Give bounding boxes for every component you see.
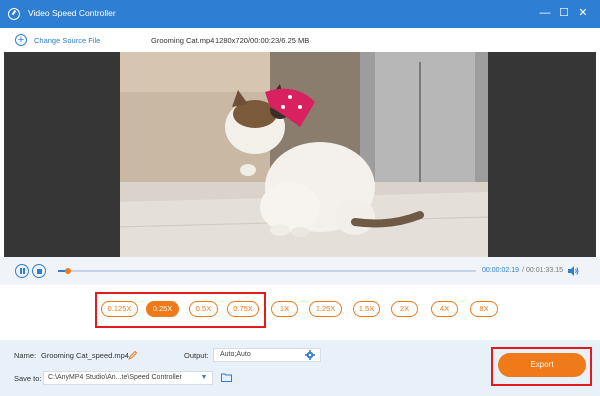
output-file-name: Grooming Cat_speed.mp4 (41, 351, 129, 360)
add-icon[interactable]: + (15, 34, 27, 46)
chevron-down-icon[interactable]: ▼ (195, 371, 213, 385)
speed-option[interactable]: 1X (271, 301, 298, 317)
video-frame (120, 52, 488, 257)
speed-options: 0.125X 0.25X 0.5X 0.75X 1X 1.25X 1.5X 2X… (0, 285, 600, 340)
save-to-label: Save to: (14, 374, 42, 383)
speed-option[interactable]: 1.5X (353, 301, 380, 317)
playback-bar: 00:00:02.19 / 00:01:33.15 (0, 257, 600, 285)
file-bar: + Change Source File Grooming Cat.mp4 12… (0, 28, 600, 52)
speed-option[interactable]: 4X (431, 301, 458, 317)
speed-option[interactable]: 0.75X (227, 301, 259, 317)
progress-handle[interactable] (65, 268, 72, 274)
output-label: Output: (184, 351, 209, 360)
folder-icon[interactable] (221, 373, 232, 382)
speed-option[interactable]: 0.25X (146, 301, 179, 317)
name-label: Name: (14, 351, 37, 360)
close-button[interactable]: ✕ (576, 6, 590, 20)
current-time: 00:00:02.19 (482, 267, 519, 274)
speedometer-icon (8, 8, 20, 20)
time-separator: / (522, 267, 524, 274)
title-bar: Video Speed Controller — ☐ ✕ (0, 0, 600, 28)
maximize-button[interactable]: ☐ (557, 6, 571, 20)
video-frame-image (120, 52, 488, 257)
total-time: 00:01:33.15 (526, 267, 563, 274)
export-button[interactable]: Export (498, 353, 586, 377)
speed-option[interactable]: 0.125X (101, 301, 138, 317)
save-path-field[interactable]: C:\AnyMP4 Studio\An...te\Speed Controlle… (43, 371, 213, 385)
file-name: Grooming Cat.mp4 (151, 36, 215, 45)
speed-option[interactable]: 0.5X (189, 301, 218, 317)
output-panel: Name: Grooming Cat_speed.mp4 Output: Aut… (0, 340, 600, 396)
progress-slider[interactable] (58, 268, 476, 274)
change-source-button[interactable]: Change Source File (34, 36, 100, 45)
video-preview[interactable] (4, 52, 596, 257)
file-info: 1280x720/00:00:23/6.25 MB (215, 36, 310, 45)
pencil-icon[interactable] (128, 350, 138, 360)
minimize-button[interactable]: — (538, 6, 552, 20)
pause-icon[interactable] (15, 264, 29, 278)
speed-option[interactable]: 2X (391, 301, 418, 317)
speed-option[interactable]: 8X (470, 301, 498, 317)
speed-option[interactable]: 1.25X (309, 301, 342, 317)
window-title: Video Speed Controller (28, 8, 116, 18)
gear-icon[interactable] (305, 350, 315, 360)
volume-icon[interactable] (568, 266, 579, 276)
stop-icon[interactable] (32, 264, 46, 278)
